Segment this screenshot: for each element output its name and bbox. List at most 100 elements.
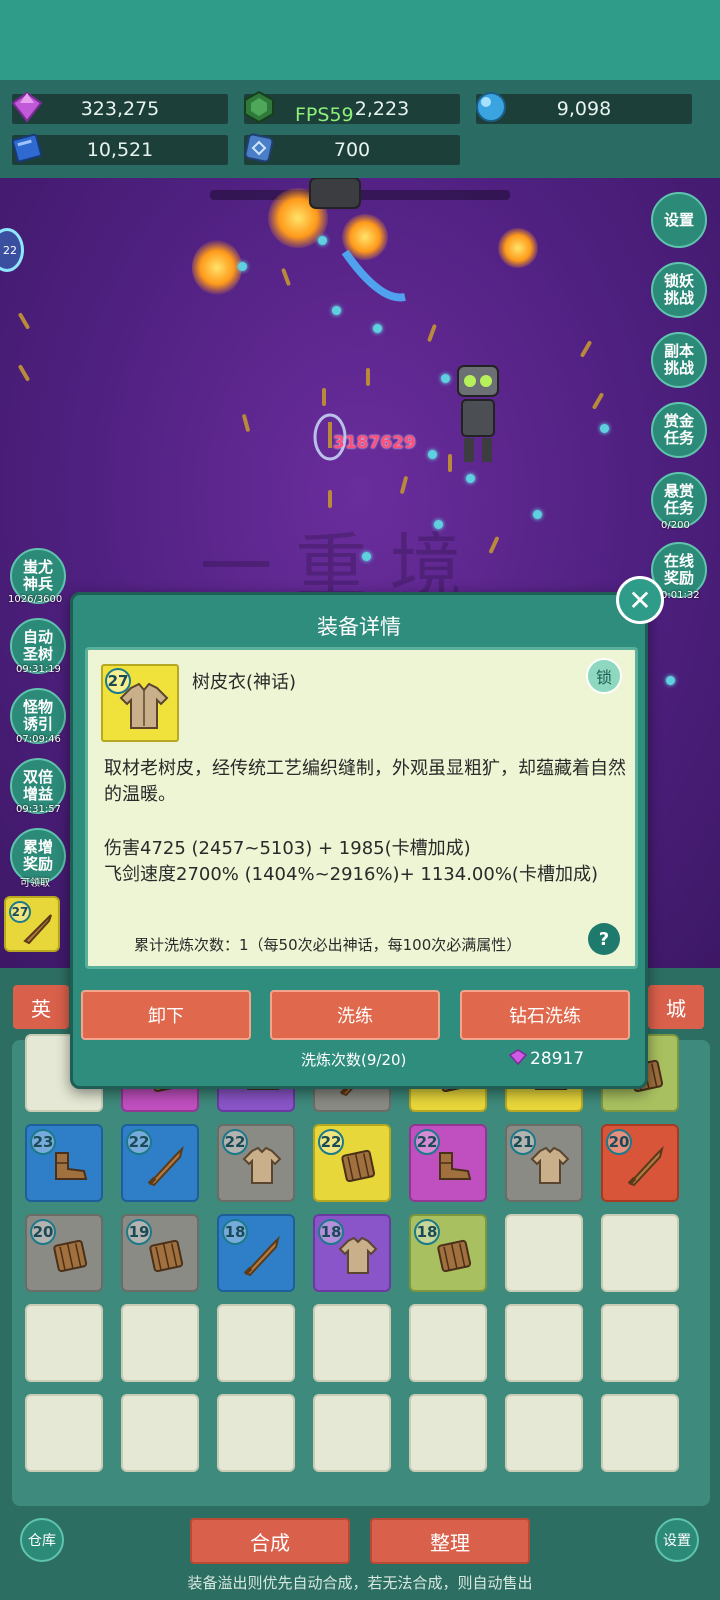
inventory-slot[interactable]: 22 <box>313 1124 391 1202</box>
flying-sword <box>241 413 251 433</box>
inventory-slot-empty[interactable] <box>313 1394 391 1472</box>
inventory-slot-empty[interactable] <box>217 1304 295 1382</box>
leather-boots-icon <box>45 1140 95 1190</box>
close-dialog-button[interactable]: ✕ <box>616 576 664 624</box>
bark-shirt-icon <box>333 1230 383 1280</box>
dialog-title: 装备详情 <box>317 615 401 639</box>
bark-armor-icon <box>45 1230 95 1280</box>
side-button-label: 蚩尤 神兵 <box>22 558 53 593</box>
jade-value: 2,223 <box>354 98 410 120</box>
auto-holy-tree-timer: 09:31:19 <box>16 664 61 675</box>
inventory-slot-empty[interactable] <box>505 1304 583 1382</box>
status-band <box>0 0 720 80</box>
bottom-settings-button[interactable]: 设置 <box>655 1518 699 1562</box>
tab-shop[interactable]: 城 <box>648 985 704 1029</box>
orb-counter: 9,098 <box>476 92 692 124</box>
side-button-label: 在线 奖励 <box>663 552 694 587</box>
inventory-slot[interactable]: 20 <box>601 1124 679 1202</box>
orb-drop <box>533 510 542 519</box>
inventory-slot[interactable]: 21 <box>505 1124 583 1202</box>
inventory-slot-empty[interactable] <box>25 1304 103 1382</box>
settings-side-button[interactable]: 设置 <box>651 192 707 248</box>
help-button[interactable]: ? <box>588 923 620 955</box>
player-level-badge[interactable]: 22 <box>0 228 24 272</box>
orb-drop <box>428 450 437 459</box>
inventory-slot-empty[interactable] <box>25 1394 103 1472</box>
side-button-label: 锁妖 挑战 <box>663 272 694 307</box>
inventory-slot[interactable]: 22 <box>121 1124 199 1202</box>
gem-counter: 323,275 <box>11 91 228 124</box>
flying-sword <box>399 475 409 495</box>
unequip-button[interactable]: 卸下 <box>81 990 251 1040</box>
wooden-sword-icon <box>621 1140 671 1190</box>
wooden-sword-icon <box>141 1140 191 1190</box>
refine-button[interactable]: 洗练 <box>270 990 440 1040</box>
inventory-slot[interactable]: 22 <box>217 1124 295 1202</box>
flying-sword <box>579 340 593 358</box>
inventory-slot[interactable]: 18 <box>409 1214 487 1292</box>
inventory-slot-empty[interactable] <box>217 1394 295 1472</box>
inventory-slot-empty[interactable] <box>409 1304 487 1382</box>
inventory-slot-empty[interactable] <box>505 1214 583 1292</box>
inventory-slot-empty[interactable] <box>601 1304 679 1382</box>
demon-lock-challenge-button[interactable]: 锁妖 挑战 <box>651 262 707 318</box>
side-button-label: 双倍 增益 <box>22 768 53 803</box>
purple-gem-icon <box>8 88 46 126</box>
damage-number: 3187629 <box>333 433 416 453</box>
lock-label: 锁 <box>595 668 612 687</box>
stat-sword-speed: 飞剑速度2700% (1404%~2916%)+ 1134.00%(卡槽加成) <box>104 864 598 885</box>
inventory-slot-empty[interactable] <box>409 1394 487 1472</box>
diamond-icon <box>508 1049 528 1069</box>
warehouse-label: 仓库 <box>28 1533 56 1549</box>
organize-label: 整理 <box>430 1530 470 1555</box>
bark-armor-icon <box>429 1230 479 1280</box>
inventory-slot-empty[interactable] <box>601 1214 679 1292</box>
inventory-slot-empty[interactable] <box>601 1394 679 1472</box>
inventory-grid: 23 22 22 22 22 21 20 20 19 18 18 18 <box>12 1034 710 1506</box>
gem-value: 323,275 <box>80 98 160 120</box>
side-button-label: 怪物 诱引 <box>22 698 53 733</box>
green-jade-icon <box>240 88 278 126</box>
side-button-label: 自动 圣树 <box>22 628 53 663</box>
warehouse-button[interactable]: 仓库 <box>20 1518 64 1562</box>
tab-hero[interactable]: 英 <box>13 985 69 1029</box>
book-counter: 10,521 <box>12 133 228 165</box>
orb-drop <box>238 262 247 271</box>
bark-shirt-icon <box>237 1140 287 1190</box>
fire-effect <box>498 228 538 268</box>
inventory-slot[interactable]: 22 <box>409 1124 487 1202</box>
inventory-slot[interactable]: 23 <box>25 1124 103 1202</box>
inventory-slot-empty[interactable] <box>121 1304 199 1382</box>
inventory-slot[interactable]: 18 <box>313 1214 391 1292</box>
flying-sword <box>328 490 332 508</box>
bounty-task-button[interactable]: 赏金 任务 <box>651 402 707 458</box>
inventory-slot[interactable]: 18 <box>217 1214 295 1292</box>
inventory-slot-empty[interactable] <box>313 1304 391 1382</box>
flying-sword <box>17 312 31 330</box>
equipment-info-panel: 27 树皮衣(神话) 锁 取材老树皮，经传统工艺编织缝制，外观虽显粗犷，却蕴藏着… <box>85 647 638 969</box>
wooden-sword-icon <box>18 908 58 948</box>
inventory-slot-empty[interactable] <box>505 1394 583 1472</box>
equipped-slot[interactable]: 27 <box>4 896 60 952</box>
side-button-label: 悬赏 任务 <box>663 482 694 517</box>
fps-counter: FPS59 <box>295 104 354 126</box>
leather-boots-icon <box>429 1140 479 1190</box>
inventory-slot[interactable]: 19 <box>121 1214 199 1292</box>
diamond-refine-button[interactable]: 钻石洗练 <box>460 990 630 1040</box>
equipment-icon-frame: 27 <box>101 664 179 742</box>
organize-button[interactable]: 整理 <box>370 1518 530 1564</box>
cumulative-reward-status: 可领取 <box>20 878 50 889</box>
lock-button[interactable]: 锁 <box>586 658 622 694</box>
reward-task-progress: 0/200 <box>661 520 690 531</box>
inventory-slot[interactable]: 20 <box>25 1214 103 1292</box>
diamond-cost: 28917 <box>508 1049 584 1069</box>
side-button-label: 设置 <box>663 210 694 229</box>
rune-value: 700 <box>333 139 371 161</box>
dungeon-challenge-button[interactable]: 副本 挑战 <box>651 332 707 388</box>
close-icon: ✕ <box>628 583 652 617</box>
bottom-settings-label: 设置 <box>663 1533 691 1549</box>
inventory-slot-empty[interactable] <box>121 1394 199 1472</box>
stat-damage: 伤害4725 (2457~5103) + 1985(卡槽加成) <box>104 838 471 859</box>
refine-label: 洗练 <box>337 1006 373 1027</box>
combine-button[interactable]: 合成 <box>190 1518 350 1564</box>
